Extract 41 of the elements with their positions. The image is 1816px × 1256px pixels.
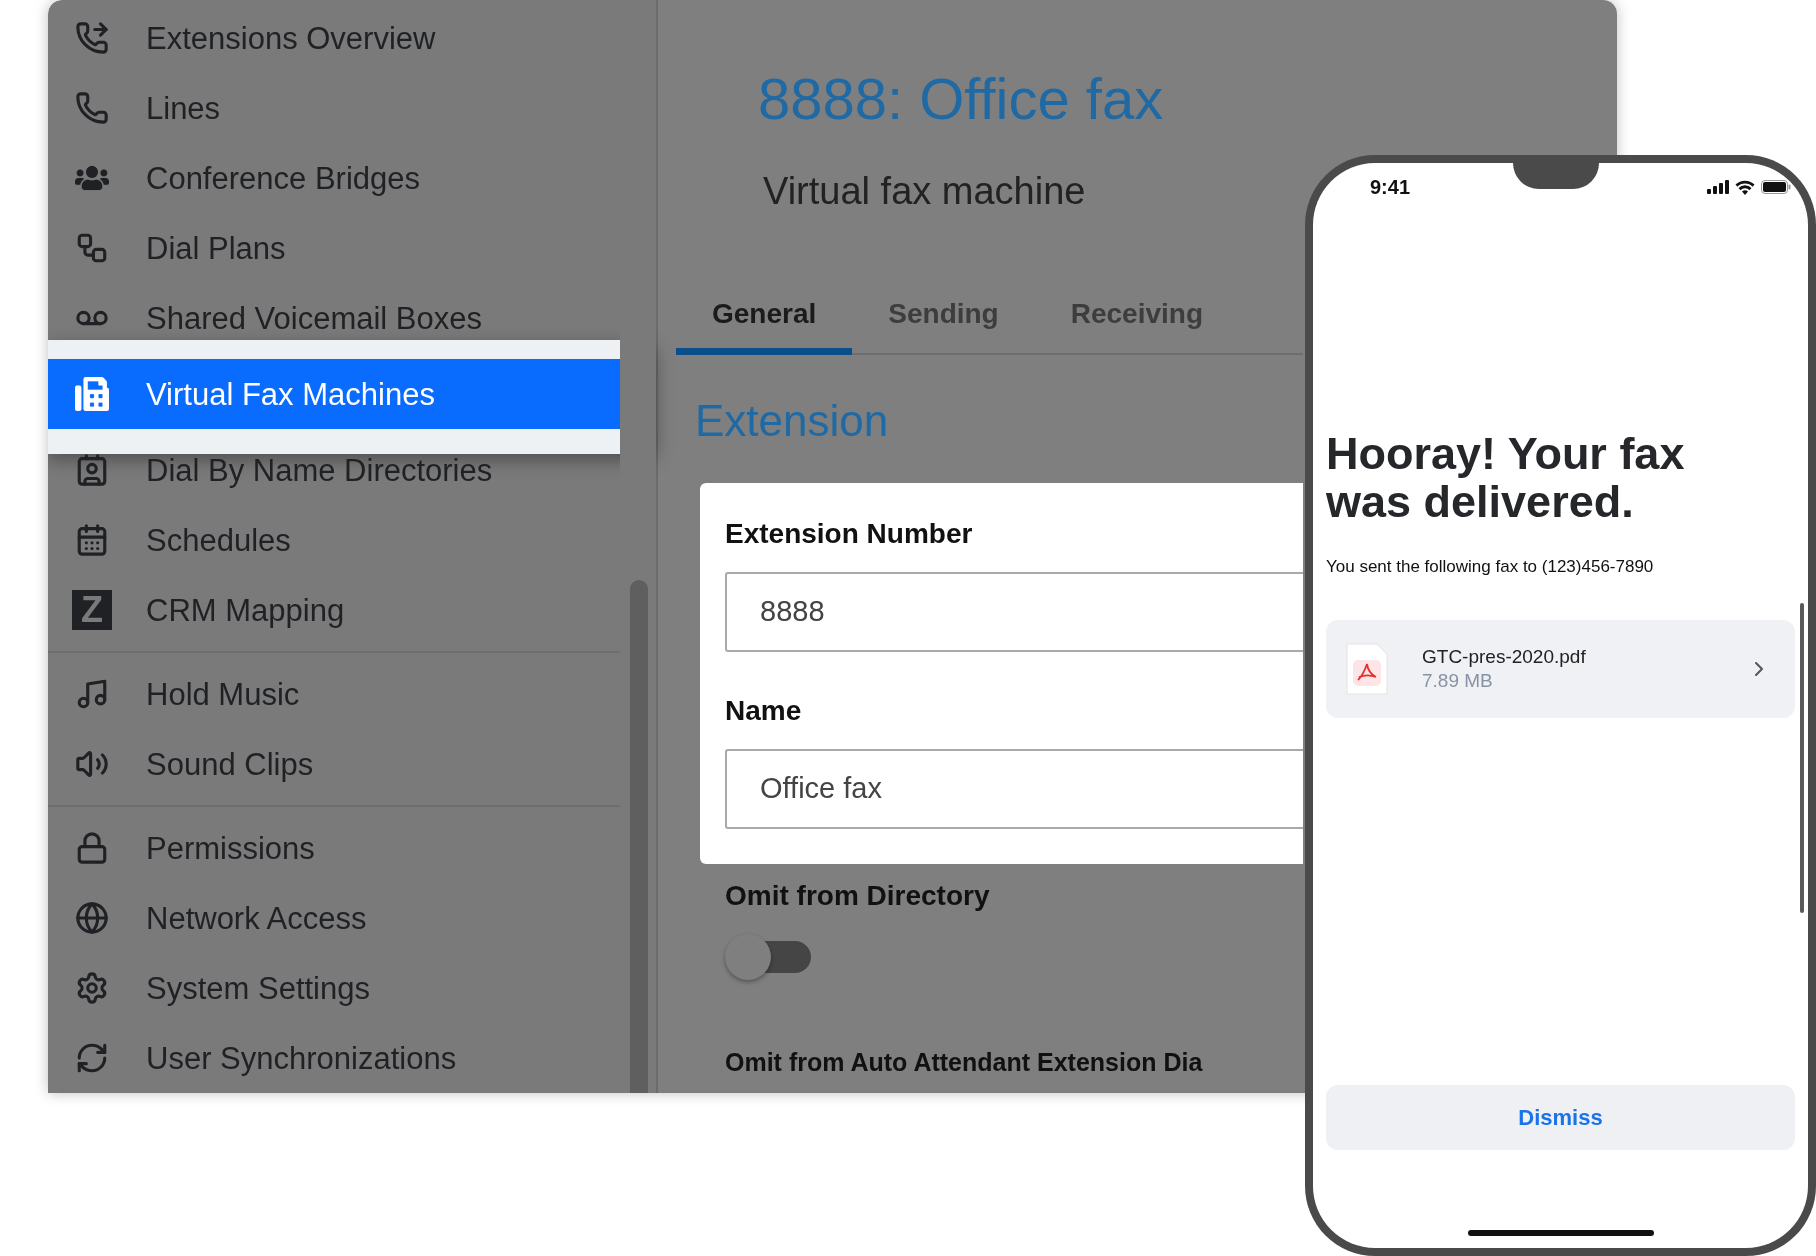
sidebar-item[interactable]: Hold Music <box>48 659 620 729</box>
field-label: Omit from Auto Attendant Extension Dia <box>725 1050 1203 1075</box>
file-name: GTC-pres-2020.pdf <box>1422 644 1587 669</box>
fax-icon <box>72 374 112 414</box>
sidebar-item[interactable]: Dial Plans <box>48 213 620 283</box>
toggle-switch[interactable] <box>725 934 811 980</box>
field-label: Name <box>725 697 803 725</box>
dismiss-button[interactable]: Dismiss <box>1326 1084 1795 1150</box>
sidebar-item[interactable]: System Settings <box>48 953 620 1023</box>
sidebar-item[interactable]: Extensions Overview <box>48 3 620 73</box>
sidebar-item[interactable]: Shared Voicemail Boxes <box>48 283 620 353</box>
input-field[interactable]: 8888 <box>725 572 1303 652</box>
sidebar-item[interactable]: User Synchronizations <box>48 1023 620 1093</box>
wifi-icon <box>1735 179 1755 195</box>
logo-icon: Z <box>72 590 112 630</box>
sidebar-item[interactable]: Dial By Name Directories <box>48 435 620 505</box>
battery-icon <box>1761 180 1791 194</box>
tab[interactable]: Sending <box>852 290 1035 355</box>
sidebar-item[interactable]: Conference Bridges <box>48 143 620 213</box>
sidebar-item[interactable]: Z CRM Mapping <box>48 575 620 645</box>
sidebar-item[interactable]: Permissions <box>48 813 620 883</box>
tab[interactable]: Receiving <box>1034 290 1239 355</box>
field-label: Extension Number <box>725 520 974 548</box>
sidebar-item[interactable]: Network Access <box>48 883 620 953</box>
tab[interactable]: General <box>676 290 853 355</box>
section-heading: Extension <box>695 399 889 443</box>
sidebar-item[interactable]: Virtual Fax Machines <box>48 359 620 429</box>
page-subtitle: Virtual fax machine <box>763 172 1086 210</box>
signal-icon <box>1707 180 1729 194</box>
file-size: 7.89 MB <box>1422 668 1494 693</box>
delivery-message: You sent the following fax to (123)456-7890 <box>1326 556 1655 578</box>
status-time: 9:41 <box>1370 175 1411 200</box>
success-heading: Hooray! Your fax was delivered. <box>1326 430 1686 526</box>
page-title: 8888: Office fax <box>758 70 1164 128</box>
sidebar-item[interactable]: Schedules <box>48 505 620 575</box>
pdf-file-icon <box>1346 642 1388 695</box>
toggle-label: Omit from Directory <box>725 882 991 910</box>
sidebar-item[interactable]: Sound Clips <box>48 729 620 799</box>
input-field[interactable]: Office fax <box>725 749 1303 829</box>
file-card[interactable]: GTC-pres-2020.pdf 7.89 MB <box>1326 619 1795 718</box>
sidebar-item[interactable]: Lines <box>48 73 620 143</box>
